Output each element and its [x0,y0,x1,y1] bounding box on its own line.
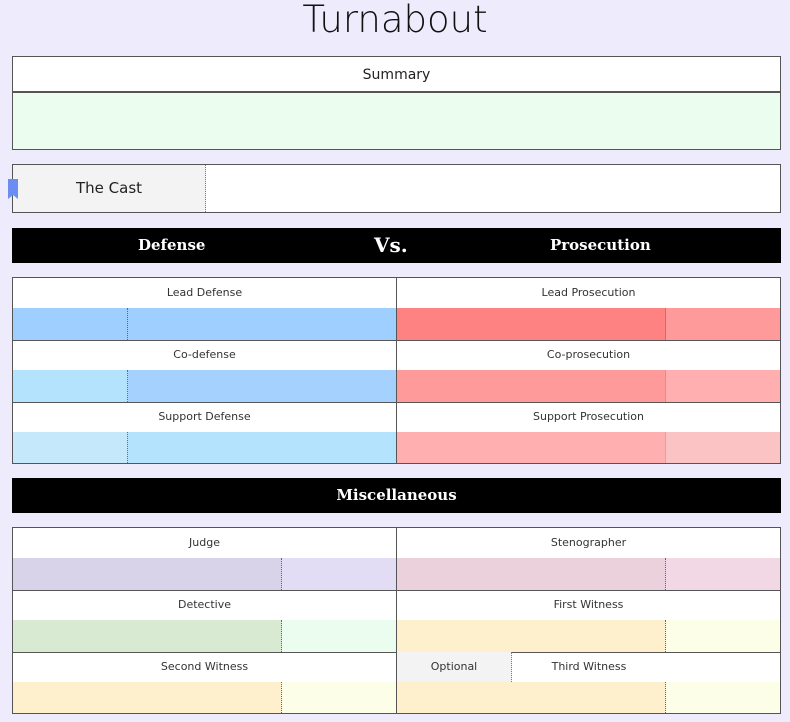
second-witness-value-field[interactable] [282,682,397,713]
stenographer-name-field[interactable] [397,558,666,590]
judge-value-field[interactable] [282,558,397,590]
support-prosecution-name-field[interactable] [397,432,666,463]
support-defense-value-field[interactable] [128,432,397,463]
third-witness-label: Third Witness [551,660,627,673]
lead-prosecution-name-field[interactable] [397,308,666,340]
page-title: Turnabout [302,0,488,41]
vs-heading: Vs. [374,233,408,257]
lead-prosecution-value-field[interactable] [666,308,780,340]
detective-value-field[interactable] [282,620,397,652]
misc-grid: Judge Stenographer Detective First Witne… [12,527,781,714]
lead-defense-value-field[interactable] [128,308,397,340]
support-value-row [13,432,780,463]
judge-label: Judge [13,528,397,558]
co-defense-value-field[interactable] [128,370,397,402]
first-witness-value-field[interactable] [666,620,780,652]
detective-label: Detective [13,590,397,620]
support-defense-name-field[interactable] [13,432,128,463]
cast-section: The Cast [8,164,781,213]
lead-value-row [13,308,780,341]
co-defense-label: Co-defense [13,340,397,370]
lead-defense-name-field[interactable] [13,308,128,340]
judge-name-field[interactable] [13,558,282,590]
first-witness-label: First Witness [553,598,624,611]
summary-input[interactable] [12,92,781,150]
second-witness-label: Second Witness [13,652,397,682]
support-prosecution-value-field[interactable] [666,432,780,463]
misc-banner: Miscellaneous [12,478,781,513]
cast-label: The Cast [13,165,206,212]
support-defense-label: Support Defense [13,402,397,432]
lead-defense-label: Lead Defense [13,278,397,308]
detective-name-field[interactable] [13,620,282,652]
roles-grid: Lead Defense Lead Prosecution Co-defense… [12,277,781,464]
prosecution-heading: Prosecution [550,236,651,254]
versus-banner: Defense Vs. Prosecution [12,228,781,263]
co-prosecution-value-field[interactable] [666,370,780,402]
judge-value-row [13,558,780,591]
second-witness-name-field[interactable] [13,682,282,713]
witness-value-row [13,682,780,713]
lead-prosecution-label: Lead Prosecution [541,286,636,299]
stenographer-label: Stenographer [550,536,627,549]
co-value-row [13,370,780,403]
co-prosecution-label: Co-prosecution [546,348,631,361]
third-witness-name-field[interactable] [397,682,666,713]
optional-label: Optional [397,652,512,682]
co-prosecution-name-field[interactable] [397,370,666,402]
judge-header-row: Judge Stenographer [13,528,780,559]
defense-heading: Defense [138,236,206,254]
detective-value-row [13,620,780,653]
support-prosecution-label: Support Prosecution [532,410,645,423]
third-witness-value-field[interactable] [666,682,780,713]
stenographer-value-field[interactable] [666,558,780,590]
co-header-row: Co-defense Co-prosecution [13,340,780,371]
summary-header: Summary [12,56,781,92]
misc-heading: Miscellaneous [336,486,457,504]
support-header-row: Support Defense Support Prosecution [13,402,780,433]
co-defense-name-field[interactable] [13,370,128,402]
detective-header-row: Detective First Witness [13,590,780,621]
witness-header-row: Second Witness Optional Third Witness [13,652,780,683]
lead-header-row: Lead Defense Lead Prosecution [13,278,780,309]
first-witness-name-field[interactable] [397,620,666,652]
